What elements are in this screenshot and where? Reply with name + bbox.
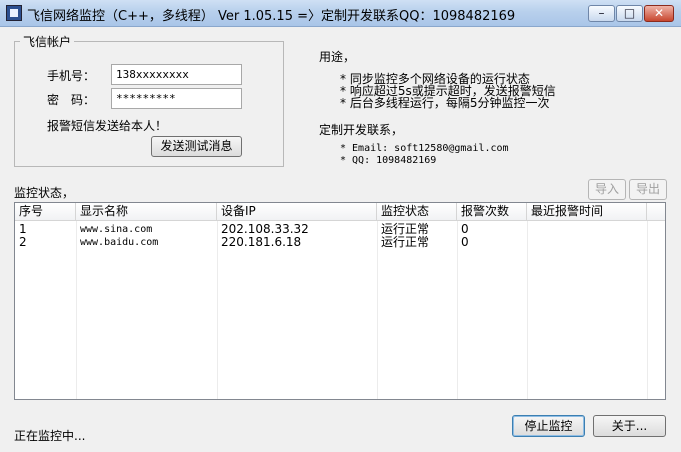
app-icon: [6, 5, 22, 21]
cell-name: www.sina.com: [80, 224, 153, 235]
password-label: 密 码：: [47, 93, 96, 107]
maximize-button[interactable]: □: [616, 5, 643, 22]
contact-title: 定制开发联系，: [319, 123, 404, 137]
list-header: 序号 显示名称 设备IP 监控状态 报警次数 最近报警时间: [15, 203, 665, 221]
contact-qq: * QQ: 1098482169: [340, 155, 437, 166]
column-header-alarm-count[interactable]: 报警次数: [457, 203, 527, 220]
stop-monitor-button[interactable]: 停止监控: [512, 415, 585, 437]
column-header-ip[interactable]: 设备IP: [217, 203, 377, 220]
cell-last-alarm: [527, 223, 647, 236]
account-group-label: 飞信帐户: [20, 33, 75, 50]
contact-email: * Email: soft12580@gmail.com: [340, 143, 509, 154]
about-button[interactable]: 关于...: [593, 415, 666, 437]
cell-status: 运行正常: [381, 235, 430, 249]
cell-ip: 220.181.6.18: [221, 235, 302, 249]
send-test-message-button[interactable]: 发送测试消息: [151, 136, 242, 157]
column-header-last-alarm[interactable]: 最近报警时间: [527, 203, 647, 220]
window-title: 飞信网络监控（C++，多线程） Ver 1.05.15 =〉定制开发联系QQ：1…: [27, 9, 516, 24]
export-button[interactable]: 导出: [629, 179, 667, 200]
column-header-status[interactable]: 监控状态: [377, 203, 457, 220]
close-button[interactable]: ✕: [644, 5, 674, 22]
cell-alarm-count: 0: [461, 235, 469, 249]
usage-item: * 后台多线程运行，每隔5分钟监控一次: [340, 96, 550, 110]
cell-name: www.baidu.com: [80, 237, 159, 248]
password-input[interactable]: *********: [111, 88, 242, 109]
title-bar: 飞信网络监控（C++，多线程） Ver 1.05.15 =〉定制开发联系QQ：1…: [0, 0, 681, 27]
status-text: 正在监控中...: [14, 429, 86, 443]
table-row[interactable]: 1 www.sina.com 202.108.33.32 运行正常 0: [15, 223, 665, 236]
cell-index: 2: [19, 235, 27, 249]
sms-notice-text: 报警短信发送给本人！: [47, 119, 168, 133]
table-row[interactable]: 2 www.baidu.com 220.181.6.18 运行正常 0: [15, 236, 665, 249]
minimize-button[interactable]: –: [588, 5, 615, 22]
import-button[interactable]: 导入: [588, 179, 626, 200]
monitor-status-label: 监控状态，: [14, 186, 75, 200]
phone-label: 手机号：: [47, 69, 96, 83]
monitor-list[interactable]: 序号 显示名称 设备IP 监控状态 报警次数 最近报警时间 1 www.sina…: [14, 202, 666, 400]
usage-title: 用途，: [319, 50, 356, 64]
cell-last-alarm: [527, 236, 647, 249]
column-header-index[interactable]: 序号: [15, 203, 76, 220]
column-header-name[interactable]: 显示名称: [76, 203, 217, 220]
phone-input[interactable]: 138xxxxxxxx: [111, 64, 242, 85]
